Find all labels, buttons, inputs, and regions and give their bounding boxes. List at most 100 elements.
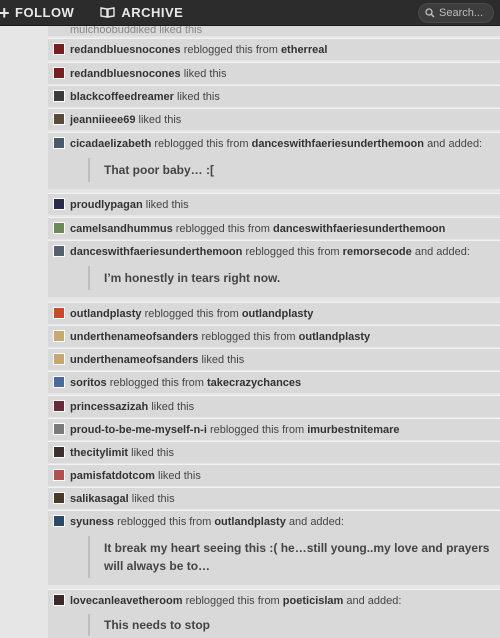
note-source-link[interactable]: etherreal — [281, 44, 327, 56]
avatar[interactable] — [53, 423, 65, 435]
note-action: reblogged this from — [117, 516, 212, 528]
note-source-link[interactable]: danceswithfaeriesunderthemoon — [273, 223, 445, 235]
note-row: underthenameofsanders reblogged this fro… — [48, 325, 500, 347]
note-row: jeanniieee69 liked this — [48, 108, 500, 130]
note-user-link[interactable]: jeanniieee69 — [70, 114, 135, 126]
note-user-link[interactable]: pamisfatdotcom — [70, 470, 155, 482]
avatar[interactable] — [53, 90, 65, 102]
note-source-link[interactable]: danceswithfaeriesunderthemoon — [252, 138, 424, 150]
note-user-link[interactable]: underthenameofsanders — [70, 354, 198, 366]
note-action: reblogged this from — [185, 595, 280, 607]
note-action: liked this — [131, 447, 174, 459]
note-source-link[interactable]: outlandplasty — [214, 516, 286, 528]
note-source-link[interactable]: outlandplasty — [242, 308, 314, 320]
note-action: liked this — [131, 493, 175, 505]
note-source-link[interactable]: takecrazychances — [207, 377, 301, 389]
note-action: reblogged this from — [201, 331, 296, 343]
avatar[interactable] — [53, 113, 65, 125]
note-user-link[interactable]: syuness — [70, 516, 114, 528]
note-user-link[interactable]: lovecanleavetheroom — [70, 595, 183, 607]
note-user-link[interactable]: camelsandhummus — [70, 223, 173, 235]
search-input[interactable]: Search... — [418, 3, 494, 23]
notes-list: mulchoobuddiked liked this redandbluesno… — [0, 0, 500, 638]
archive-button[interactable]: ARCHIVE — [100, 0, 183, 26]
avatar[interactable] — [53, 245, 65, 257]
note-row: salikasagal liked this — [48, 487, 500, 509]
note-action: reblogged this from — [109, 377, 204, 389]
note-row: redandbluesnocones reblogged this from e… — [48, 38, 500, 60]
avatar[interactable] — [53, 515, 65, 527]
note-user-link[interactable]: soritos — [70, 377, 107, 389]
note-comment-text: It break my heart seeing this :( he…stil… — [104, 541, 490, 573]
plus-icon: + — [0, 2, 11, 23]
note-source-link[interactable]: imurbestnitemare — [307, 424, 399, 436]
note-action: liked this — [145, 199, 189, 211]
avatar[interactable] — [53, 67, 65, 79]
note-comment: That poor baby… :[ — [88, 158, 493, 182]
avatar[interactable] — [53, 446, 65, 458]
note-action-tail: and added: — [288, 516, 344, 528]
note-user-link[interactable]: danceswithfaeriesunderthemoon — [70, 246, 242, 258]
note-user-link[interactable]: thecitylimit — [70, 447, 128, 459]
avatar[interactable] — [53, 198, 65, 210]
note-user-link[interactable]: cicadaelizabeth — [70, 138, 151, 150]
note-action: liked this — [177, 91, 220, 103]
search-icon — [425, 8, 435, 18]
note-row: blackcoffeedreamer liked this — [48, 85, 500, 107]
search-placeholder: Search... — [439, 7, 484, 19]
note-comment: I’m honestly in tears right now. — [88, 266, 493, 290]
note-comment: This needs to stop — [88, 614, 493, 636]
note-action-tail: and added: — [414, 246, 470, 258]
note-action: liked this — [201, 354, 245, 366]
note-user-link[interactable]: outlandplasty — [70, 308, 142, 320]
note-source-link[interactable]: outlandplasty — [299, 331, 371, 343]
note-source-link[interactable]: poeticislam — [283, 595, 344, 607]
archive-label: ARCHIVE — [121, 5, 184, 20]
note-row: thecitylimit liked this — [48, 441, 500, 463]
avatar[interactable] — [53, 137, 65, 149]
note-user-link[interactable]: redandbluesnocones — [70, 44, 181, 56]
note-user-link[interactable]: underthenameofsanders — [70, 331, 198, 343]
note-user-link[interactable]: salikasagal — [70, 493, 129, 505]
note-row: redandbluesnocones liked this — [48, 62, 500, 84]
note-source-link[interactable]: remorsecode — [343, 246, 412, 258]
avatar[interactable] — [53, 492, 65, 504]
note-action: liked this — [151, 401, 195, 413]
note-row: outlandplasty reblogged this from outlan… — [48, 302, 500, 324]
note-row: camelsandhummus reblogged this from danc… — [48, 217, 500, 239]
avatar[interactable] — [53, 353, 65, 365]
note-user-link[interactable]: blackcoffeedreamer — [70, 91, 174, 103]
note-action: liked this — [158, 470, 201, 482]
note-user-link[interactable]: redandbluesnocones — [70, 68, 181, 80]
note-comment-text: That poor baby… :[ — [104, 163, 214, 177]
note-action: reblogged this from — [144, 308, 239, 320]
note-action: reblogged this from — [175, 223, 270, 235]
note-user-link[interactable]: proud-to-be-me-myself-n-i — [70, 424, 207, 436]
note-action: reblogged this from — [154, 138, 249, 150]
book-icon — [100, 7, 116, 18]
note-user-link[interactable]: proudlypagan — [70, 199, 143, 211]
note-row: princessazizah liked this — [48, 395, 500, 417]
top-nav-bar: + FOLLOW ARCHIVE Search... — [0, 0, 500, 26]
avatar[interactable] — [53, 307, 65, 319]
note-comment-text: I’m honestly in tears right now. — [104, 271, 281, 285]
note-action-tail: and added: — [346, 595, 402, 607]
note-row: proudlypagan liked this — [48, 193, 500, 215]
note-action: liked this — [183, 68, 227, 80]
avatar[interactable] — [53, 376, 65, 388]
note-action: liked this — [138, 114, 182, 126]
note-user-link[interactable]: princessazizah — [70, 401, 148, 413]
note-comment-text: This needs to stop — [104, 618, 211, 632]
avatar[interactable] — [53, 43, 65, 55]
note-row: pamisfatdotcom liked this — [48, 464, 500, 486]
avatar[interactable] — [53, 400, 65, 412]
avatar[interactable] — [53, 330, 65, 342]
note-action-tail: and added: — [427, 138, 483, 150]
follow-button[interactable]: + FOLLOW — [0, 0, 74, 26]
note-row: proud-to-be-me-myself-n-i reblogged this… — [48, 418, 500, 440]
avatar[interactable] — [53, 594, 65, 606]
avatar[interactable] — [53, 469, 65, 481]
follow-label: FOLLOW — [15, 5, 75, 20]
avatar[interactable] — [53, 222, 65, 234]
note-action: reblogged this from — [183, 44, 278, 56]
